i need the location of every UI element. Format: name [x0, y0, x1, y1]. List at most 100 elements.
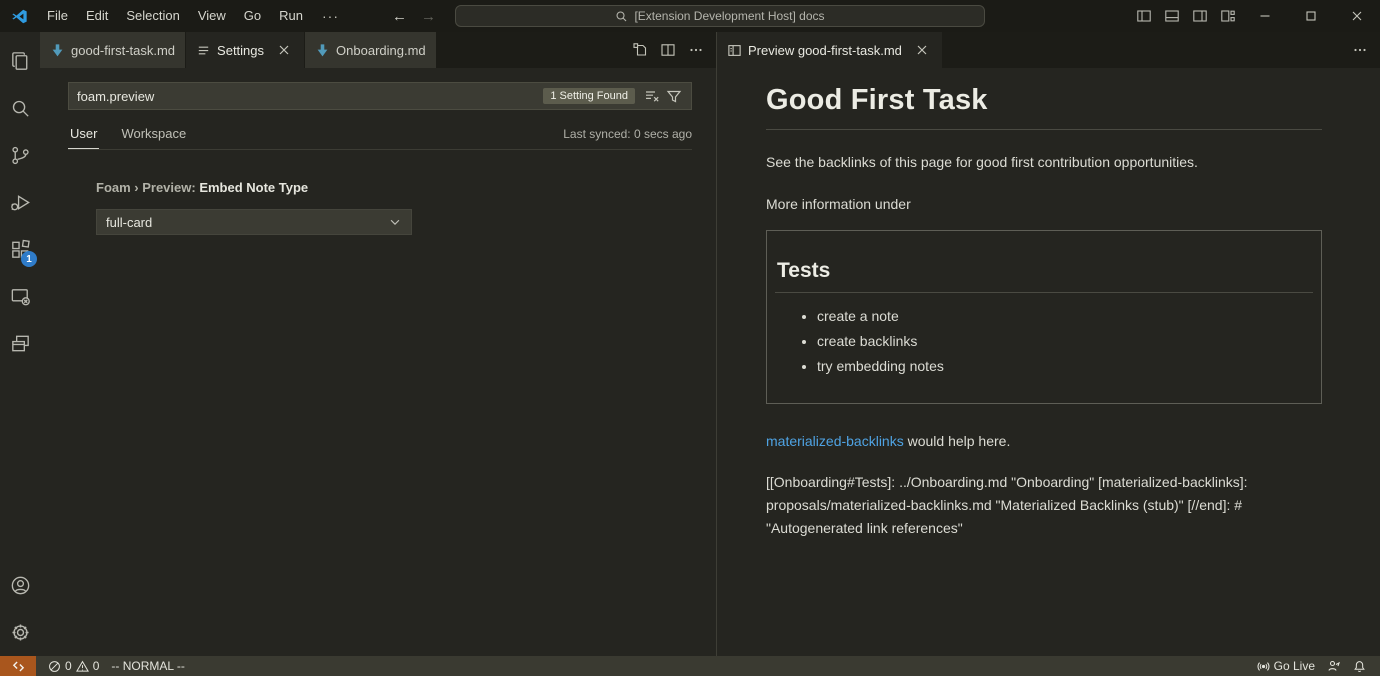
materialized-backlinks-link[interactable]: materialized-backlinks: [766, 433, 904, 449]
vscode-logo-icon: [0, 8, 38, 25]
tab-good-first-task[interactable]: good-first-task.md: [40, 32, 186, 68]
menu-edit[interactable]: Edit: [77, 0, 117, 32]
go-live-label: Go Live: [1274, 659, 1315, 673]
source-control-icon[interactable]: [0, 132, 40, 179]
list-item: create a note: [817, 308, 1313, 324]
manage-gear-icon[interactable]: [0, 609, 40, 656]
setting-name-label: Embed Note Type: [199, 180, 308, 195]
tab-bar-right: Preview good-first-task.md: [717, 32, 1380, 68]
toggle-panel-icon[interactable]: [1158, 0, 1186, 32]
menu-run[interactable]: Run: [270, 0, 312, 32]
tab-preview-good-first-task[interactable]: Preview good-first-task.md: [717, 32, 943, 68]
live-share-button[interactable]: [1321, 656, 1347, 676]
split-editor-icon[interactable]: [656, 38, 680, 62]
menu-selection[interactable]: Selection: [117, 0, 188, 32]
markdown-file-icon: [315, 43, 330, 58]
search-icon: [615, 10, 628, 23]
notifications-bell-button[interactable]: [1347, 656, 1372, 676]
menu-file[interactable]: File: [38, 0, 77, 32]
warning-count: 0: [93, 659, 100, 673]
customize-layout-icon[interactable]: [1214, 0, 1242, 32]
filter-settings-icon[interactable]: [663, 85, 685, 107]
close-window-button[interactable]: [1334, 0, 1380, 32]
preview-paragraph-1: See the backlinks of this page for good …: [766, 153, 1322, 172]
live-share-icon: [1327, 659, 1341, 673]
tab-bar-actions-left: [628, 32, 716, 68]
preview-paragraph-2: More information under: [766, 195, 1322, 214]
more-actions-ellipsis-icon[interactable]: [684, 38, 708, 62]
errors-icon: [48, 660, 61, 673]
toggle-primary-sidebar-icon[interactable]: [1130, 0, 1158, 32]
problems-indicator[interactable]: 0 0: [42, 656, 105, 676]
link-line: materialized-backlinks would help here.: [766, 432, 1322, 451]
more-actions-ellipsis-icon[interactable]: [1348, 38, 1372, 62]
settings-editor: 1 Setting Found User Workspace Last sync…: [40, 68, 716, 656]
list-item: create backlinks: [817, 333, 1313, 349]
go-live-button[interactable]: Go Live: [1251, 656, 1321, 676]
search-view-icon[interactable]: [0, 85, 40, 132]
extensions-icon[interactable]: 1: [0, 226, 40, 273]
close-tab-icon[interactable]: [912, 40, 932, 60]
titlebar-controls: [1130, 0, 1380, 32]
remote-icon: [12, 660, 25, 673]
activity-bar-bottom: [0, 562, 40, 656]
tab-bar-actions-right: [1348, 32, 1380, 68]
toggle-secondary-sidebar-icon[interactable]: [1186, 0, 1214, 32]
chevron-down-icon: [388, 215, 402, 229]
scope-tab-workspace[interactable]: Workspace: [119, 126, 188, 149]
setting-category-label: Foam › Preview:: [96, 180, 199, 195]
list-item: try embedding notes: [817, 358, 1313, 374]
preview-heading: Good First Task: [766, 84, 1322, 130]
remote-indicator[interactable]: [0, 656, 36, 676]
command-center-search[interactable]: [Extension Development Host] docs: [455, 5, 985, 27]
tab-label: good-first-task.md: [71, 43, 175, 58]
explorer-icon[interactable]: [0, 38, 40, 85]
setting-row-embed-note-type: Foam › Preview: Embed Note Type full-car…: [96, 180, 692, 235]
windows-panels-icon[interactable]: [0, 320, 40, 367]
markdown-file-icon: [50, 43, 65, 58]
open-settings-json-icon[interactable]: [628, 38, 652, 62]
menu-bar: File Edit Selection View Go Run ···: [38, 0, 349, 32]
close-tab-icon[interactable]: [274, 40, 294, 60]
link-references-block: [[Onboarding#Tests]: ../Onboarding.md "O…: [766, 471, 1322, 540]
menu-more-ellipsis-icon[interactable]: ···: [312, 8, 349, 24]
tab-settings[interactable]: Settings: [186, 32, 305, 68]
settings-search-box: 1 Setting Found: [68, 82, 692, 110]
link-line-text: would help here.: [904, 433, 1011, 449]
setting-title: Foam › Preview: Embed Note Type: [96, 180, 692, 195]
bell-icon: [1353, 660, 1366, 673]
status-bar: 0 0 -- NORMAL -- Go Live: [0, 656, 1380, 676]
scope-tab-user[interactable]: User: [68, 126, 99, 149]
accounts-icon[interactable]: [0, 562, 40, 609]
error-count: 0: [65, 659, 72, 673]
title-bar: File Edit Selection View Go Run ··· ← → …: [0, 0, 1380, 32]
go-forward-icon[interactable]: →: [421, 8, 436, 25]
settings-scope-tabs: User Workspace Last synced: 0 secs ago: [68, 118, 692, 150]
tab-label: Settings: [217, 43, 264, 58]
vim-mode-indicator[interactable]: -- NORMAL --: [105, 656, 191, 676]
go-back-icon[interactable]: ←: [392, 8, 407, 25]
warnings-icon: [76, 660, 89, 673]
settings-search-input[interactable]: [77, 89, 543, 104]
status-bar-left: 0 0 -- NORMAL --: [42, 656, 191, 676]
tab-label: Preview good-first-task.md: [748, 43, 902, 58]
embed-card-list: create a note create backlinks try embed…: [775, 308, 1313, 374]
history-navigation: ← →: [392, 0, 436, 32]
run-and-debug-icon[interactable]: [0, 179, 40, 226]
editor-group-right: Preview good-first-task.md Good First Ta…: [716, 32, 1380, 656]
maximize-button[interactable]: [1288, 0, 1334, 32]
open-preview-icon: [727, 43, 742, 58]
minimize-button[interactable]: [1242, 0, 1288, 32]
extensions-badge: 1: [21, 251, 37, 267]
tab-bar-left: good-first-task.md Settings Onboarding.: [40, 32, 716, 68]
menu-view[interactable]: View: [189, 0, 235, 32]
embedded-note-card: Tests create a note create backlinks try…: [766, 230, 1322, 404]
embed-note-type-select[interactable]: full-card: [96, 209, 412, 235]
settings-result-count-badge: 1 Setting Found: [543, 88, 635, 104]
remote-explorer-icon[interactable]: [0, 273, 40, 320]
tab-label: Onboarding.md: [336, 43, 426, 58]
clear-settings-search-icon[interactable]: [641, 85, 663, 107]
settings-editor-icon: [196, 43, 211, 58]
tab-onboarding[interactable]: Onboarding.md: [305, 32, 437, 68]
menu-go[interactable]: Go: [235, 0, 270, 32]
